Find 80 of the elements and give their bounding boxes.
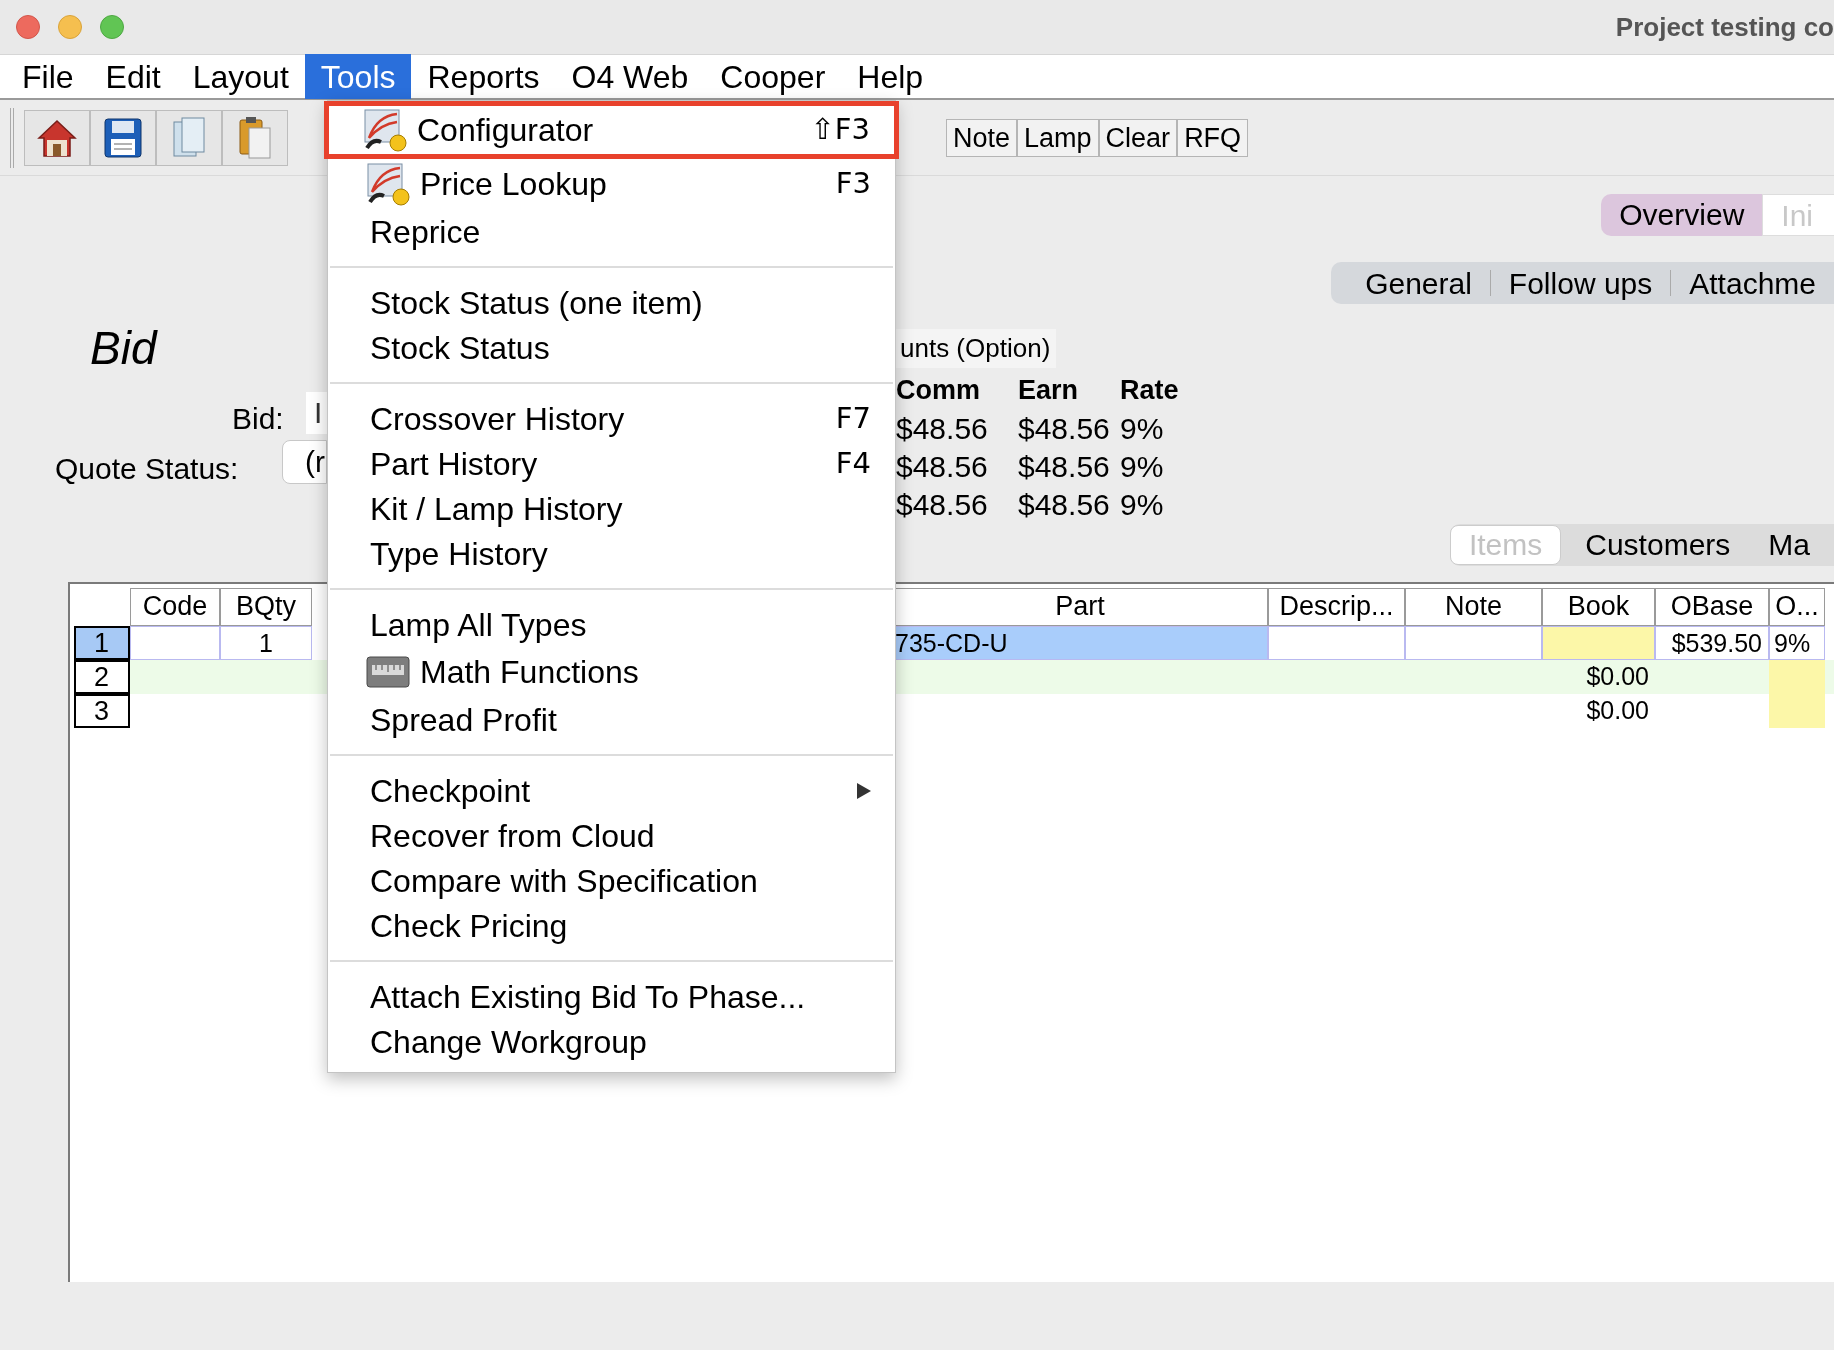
table-cell-text: $0.00 (1585, 695, 1650, 726)
tab[interactable]: General (1347, 260, 1490, 304)
quote-status-dropdown[interactable]: (r (282, 440, 327, 484)
home-toolbar-button[interactable] (24, 109, 90, 166)
pricing-caption: unts (Option) (896, 329, 1057, 368)
column-header[interactable]: Book (1542, 588, 1655, 626)
menu-item[interactable]: Kit / Lamp History (328, 486, 895, 531)
table-cell-text: $0.00 (1585, 661, 1650, 692)
tab[interactable]: Attachme (1671, 260, 1834, 304)
price-value: $48.56 (1018, 411, 1110, 444)
menu-item[interactable]: Stock Status (328, 325, 895, 370)
menu-item[interactable]: Configurator ⇧F3 (324, 101, 899, 159)
submenu-arrow-icon (857, 782, 871, 799)
zoom-window-button[interactable] (100, 15, 124, 39)
toolbar-button[interactable]: RFQ (1177, 118, 1249, 157)
table-cell: 9% (1769, 626, 1825, 660)
menu-bar-item[interactable]: Edit (89, 54, 177, 99)
menu-bar-item[interactable]: Layout (176, 54, 305, 99)
column-header[interactable]: Note (1405, 588, 1542, 626)
menu-item[interactable]: Reprice (328, 209, 895, 254)
menu-bar-item[interactable]: Cooper (704, 54, 842, 99)
ruler-icon (366, 656, 410, 688)
menu-item[interactable]: Checkpoint (328, 768, 895, 813)
column-header[interactable]: Descrip... (1268, 588, 1405, 626)
column-header[interactable]: Code (130, 588, 220, 626)
toolbar-grip (10, 107, 14, 168)
tab[interactable]: Follow ups (1490, 260, 1671, 304)
column-header: Comm (896, 374, 980, 406)
column-header[interactable]: BQty (220, 588, 312, 626)
price-value: $48.56 (1018, 487, 1110, 520)
row-number[interactable]: 2 (74, 660, 130, 694)
column-header[interactable]: OBase (1655, 588, 1769, 626)
toolbar-button[interactable]: Clear (1098, 118, 1178, 157)
price-value: 9% (1120, 449, 1164, 482)
price-value: $48.56 (896, 487, 988, 520)
menu-bar-item[interactable]: Help (841, 54, 940, 99)
menu-item[interactable]: Change Workgroup (328, 1019, 895, 1064)
menu-item[interactable]: Part History F4 (328, 441, 895, 486)
bid-field[interactable]: I (306, 392, 327, 434)
chart-coin-icon (366, 162, 410, 206)
bid-heading: Bid (90, 321, 157, 376)
menu-item[interactable]: Price Lookup F3 (328, 159, 895, 209)
menu-bar-item[interactable]: Tools (304, 54, 412, 99)
row-number[interactable]: 1 (74, 626, 130, 660)
save-toolbar-button[interactable] (90, 109, 156, 166)
close-window-button[interactable] (16, 15, 40, 39)
tab[interactable]: Customers (1571, 525, 1745, 565)
menu-item[interactable]: Crossover History F7 (328, 396, 895, 441)
tab[interactable]: Overview (1601, 194, 1763, 236)
window-title: Project testing co (1615, 10, 1834, 44)
clipboard-icon (237, 115, 273, 160)
table-cell: $539.50 (1655, 626, 1769, 660)
tab[interactable]: Ma (1754, 525, 1824, 565)
menu-item[interactable]: Type History (328, 531, 895, 576)
price-value: 9% (1120, 487, 1164, 520)
menu-item[interactable]: Check Pricing (328, 903, 895, 948)
toolbar-button[interactable]: Note (946, 118, 1018, 157)
minimize-window-button[interactable] (58, 15, 82, 39)
price-value: 9% (1120, 411, 1164, 444)
row-number[interactable]: 3 (74, 694, 130, 728)
toolbar-button[interactable]: Lamp (1017, 118, 1099, 157)
menu-bar-item[interactable]: O4 Web (555, 54, 705, 99)
paste-toolbar-button[interactable] (222, 109, 288, 166)
menu-item[interactable]: Compare with Specification (328, 858, 895, 903)
bid-label: Bid: (232, 401, 284, 437)
pages-icon (171, 115, 207, 160)
column-header[interactable]: O... (1769, 588, 1825, 626)
price-value: $48.56 (896, 449, 988, 482)
price-value: $48.56 (1018, 449, 1110, 482)
menu-bar-item[interactable]: File (6, 54, 90, 99)
menu-item[interactable]: Attach Existing Bid To Phase... (328, 974, 895, 1019)
column-header: Earn (1018, 374, 1079, 406)
quote-status-label: Quote Status: (55, 451, 239, 487)
table-cell: 1 (220, 626, 312, 660)
price-value: $48.56 (896, 411, 988, 444)
menu-bar-item[interactable]: Reports (411, 54, 556, 99)
menu-item[interactable]: Stock Status (one item) (328, 280, 895, 325)
menu-item[interactable]: Recover from Cloud (328, 813, 895, 858)
chart-coin-icon (363, 108, 407, 152)
column-header: Rate (1120, 374, 1179, 406)
